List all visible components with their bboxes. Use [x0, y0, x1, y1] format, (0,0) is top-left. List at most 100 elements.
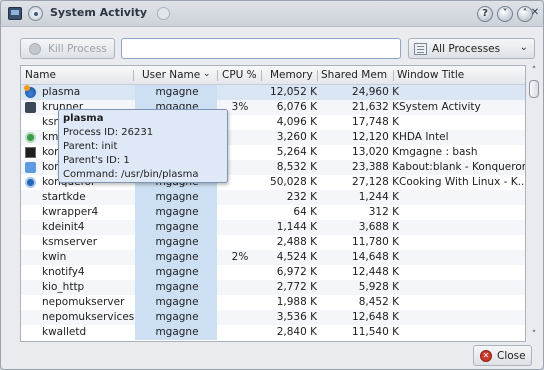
user-name: mgagne [155, 221, 199, 233]
shared-mem-value: 11,540 K [352, 326, 399, 338]
shared-mem-value: 27,128 K [352, 176, 399, 188]
user-name: mgagne [155, 311, 199, 323]
user-name: mgagne [155, 281, 199, 293]
user-name: mgagne [155, 296, 199, 308]
minimize-button[interactable]: ˅ [497, 6, 513, 22]
shared-mem-value: 12,448 K [352, 266, 399, 278]
shared-mem-value: 13,020 K [352, 146, 399, 158]
user-name: mgagne [155, 266, 199, 278]
column-separator[interactable] [217, 70, 218, 81]
window-menu-icon[interactable] [28, 6, 43, 21]
krunner-icon [25, 102, 36, 113]
process-filter-value: All Processes [432, 43, 501, 55]
column-header-cpu[interactable]: CPU % [222, 69, 257, 81]
tooltip-parent: Parent: init [63, 141, 118, 152]
kill-process-label: Kill Process [48, 43, 107, 55]
close-button[interactable]: ✕ Close [473, 345, 532, 366]
window-title: System Activity [50, 6, 148, 19]
window-title-value: System Activity [399, 101, 481, 113]
window-title-value: Cooking With Linux - K... [399, 176, 526, 188]
column-header-user[interactable]: User Name [142, 69, 200, 81]
table-row[interactable]: kdeinit4 mgagne 1,144 K 3,688 K [21, 220, 525, 235]
column-separator[interactable] [261, 70, 262, 81]
column-header-memory[interactable]: Memory [270, 69, 313, 81]
close-icon: ✕ [480, 350, 492, 362]
memory-value: 2,488 K [276, 236, 317, 248]
window-title-value: HDA Intel [399, 131, 449, 143]
process-table[interactable]: Name User Name ⌄ CPU % Memory Shared Mem… [20, 65, 526, 342]
column-header-window-title[interactable]: Window Title [397, 69, 464, 81]
column-separator[interactable] [133, 70, 134, 81]
shared-mem-value: 1,244 K [358, 191, 399, 203]
process-filter-select[interactable]: All Processes ⌄ [408, 38, 535, 59]
memory-value: 6,076 K [276, 101, 317, 113]
window-title-value: about:blank - Konqueror [399, 161, 526, 173]
table-row[interactable]: knotify4 mgagne 6,972 K 12,448 K [21, 265, 525, 280]
column-separator[interactable] [317, 70, 318, 81]
process-tooltip: plasma Process ID: 26231 Parent: init Pa… [58, 109, 228, 183]
table-row[interactable]: kwin mgagne 2% 4,524 K 14,648 K [21, 250, 525, 265]
memory-value: 8,532 K [276, 161, 317, 173]
user-name: mgagne [155, 191, 199, 203]
shared-mem-value: 14,648 K [352, 251, 399, 263]
process-name: ksmserver [42, 236, 98, 248]
tooltip-command: Command: /usr/bin/plasma [63, 169, 199, 180]
memory-value: 5,264 K [276, 146, 317, 158]
process-name: knotify4 [42, 266, 85, 278]
table-row[interactable]: nepomukserver mgagne 1,988 K 8,452 K [21, 295, 525, 310]
user-name: mgagne [155, 206, 199, 218]
process-name: nepomukservices [42, 311, 135, 323]
user-name: mgagne [155, 326, 199, 338]
close-window-button[interactable]: ✕ [527, 6, 543, 22]
process-name: kwin [42, 251, 67, 263]
shared-mem-value: 11,780 K [352, 236, 399, 248]
process-name: kwalletd [42, 326, 87, 338]
memory-value: 3,260 K [276, 131, 317, 143]
table-row[interactable]: kwrapper4 mgagne 64 K 312 K [21, 205, 525, 220]
tooltip-pid: Process ID: 26231 [63, 127, 154, 138]
system-activity-window: System Activity ? ˅ ˄ ✕ Kill Process All… [0, 0, 544, 370]
table-row[interactable]: ksmserver mgagne 2,488 K 11,780 K [21, 235, 525, 250]
process-name: kio_http [42, 281, 85, 293]
shared-mem-value: 3,688 K [358, 221, 399, 233]
scroll-down-icon[interactable]: ˅ [528, 329, 540, 341]
column-header-shared-mem[interactable]: Shared Mem [321, 69, 387, 81]
shared-mem-value: 23,388 K [352, 161, 399, 173]
column-header-name[interactable]: Name [25, 69, 56, 81]
table-row[interactable]: plasma mgagne 12,052 K 24,960 K [21, 85, 525, 100]
shared-mem-value: 12,648 K [352, 311, 399, 323]
scrollbar-thumb[interactable] [529, 80, 539, 98]
vertical-scrollbar[interactable]: ˄ ˅ [528, 65, 540, 342]
search-input[interactable] [121, 38, 401, 59]
scrollbar-track[interactable] [529, 78, 539, 328]
shared-mem-value: 21,632 K [352, 101, 399, 113]
table-row[interactable]: kwalletd mgagne 2,840 K 11,540 K [21, 325, 525, 340]
memory-value: 6,972 K [276, 266, 317, 278]
process-name: startkde [42, 191, 86, 203]
memory-value: 2,840 K [276, 326, 317, 338]
column-separator[interactable] [393, 70, 394, 81]
tooltip-title: plasma [63, 113, 104, 124]
memory-value: 64 K [293, 206, 317, 218]
shared-mem-value: 17,748 K [352, 116, 399, 128]
title-bar[interactable]: System Activity ? ˅ ˄ ✕ [1, 1, 543, 27]
window-title-value: mgagne : bash [399, 146, 478, 158]
shared-mem-value: 8,452 K [358, 296, 399, 308]
help-button[interactable]: ? [477, 6, 493, 22]
chevron-down-icon: ⌄ [519, 42, 528, 53]
memory-value: 232 K [286, 191, 317, 203]
table-row[interactable]: nepomukservices mgagne 3,536 K 12,648 K [21, 310, 525, 325]
plasma-icon [24, 85, 36, 98]
process-name: kwrapper4 [42, 206, 99, 218]
table-row[interactable]: startkde mgagne 232 K 1,244 K [21, 190, 525, 205]
scroll-up-icon[interactable]: ˄ [528, 65, 540, 77]
kill-process-button[interactable]: Kill Process [20, 38, 115, 59]
user-name: mgagne [155, 86, 199, 98]
tooltip-parent-id: Parent's ID: 1 [63, 155, 130, 166]
kill-icon [29, 43, 41, 55]
user-name: mgagne [155, 251, 199, 263]
table-row[interactable]: kio_http mgagne 2,772 K 5,928 K [21, 280, 525, 295]
app-icon[interactable] [8, 7, 22, 20]
memory-value: 12,052 K [270, 86, 317, 98]
memory-value: 1,144 K [276, 221, 317, 233]
